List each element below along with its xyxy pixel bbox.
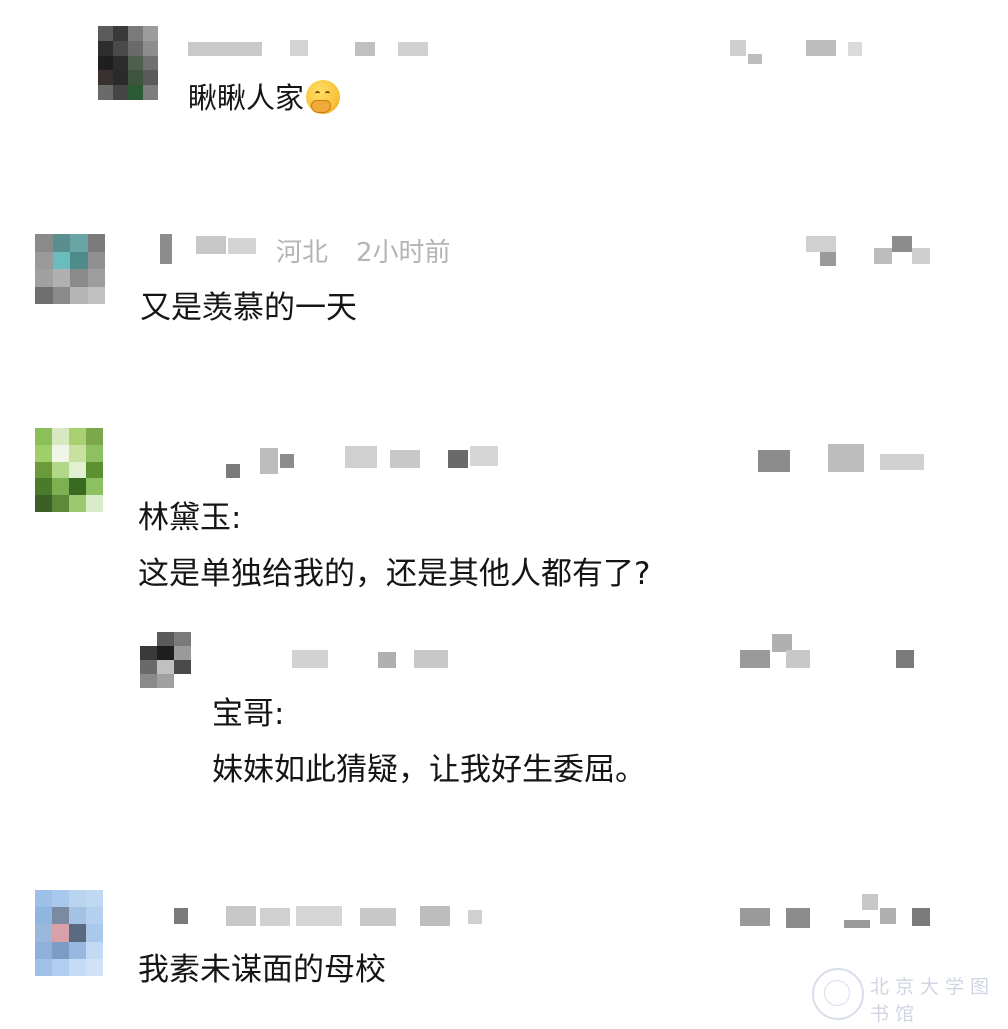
face-with-hand-over-mouth-emoji-icon [306,80,341,114]
reply-username-redacted [292,650,328,668]
reply-text: 妹妹如此猜疑，让我好生委屈。 [212,752,646,788]
comment-location: 河北 [276,238,329,268]
avatar[interactable] [140,632,208,688]
comment-text: 又是羡慕的一天 [140,290,357,326]
avatar[interactable] [35,890,103,976]
watermark-text: 北京大学图书馆 [870,976,996,1025]
comment-item: 河北 2小时前 又是羡慕的一天 [0,200,1008,360]
comment-time: 2小时前 [356,238,451,268]
watermark: 北京大学图书馆 [812,966,1002,1025]
comment-item: 林黛玉: 这是单独给我的，还是其他人都有了? 宝哥: 妹妹如此猜疑，让我好生委屈… [0,410,1008,810]
university-seal-icon [812,968,864,1020]
comment-text: 瞅瞅人家 [188,80,341,116]
comment-text: 这是单独给我的，还是其他人都有了? [138,556,651,592]
comment-speaker: 林黛玉: [138,500,242,536]
avatar[interactable] [35,234,105,304]
avatar[interactable] [35,428,103,512]
comment-text-content: 瞅瞅人家 [188,81,305,115]
comment-item: 瞅瞅人家 [0,0,1008,150]
comment-text: 我素未谋面的母校 [138,952,386,988]
reply-speaker: 宝哥: [212,696,285,732]
avatar[interactable] [98,26,158,100]
